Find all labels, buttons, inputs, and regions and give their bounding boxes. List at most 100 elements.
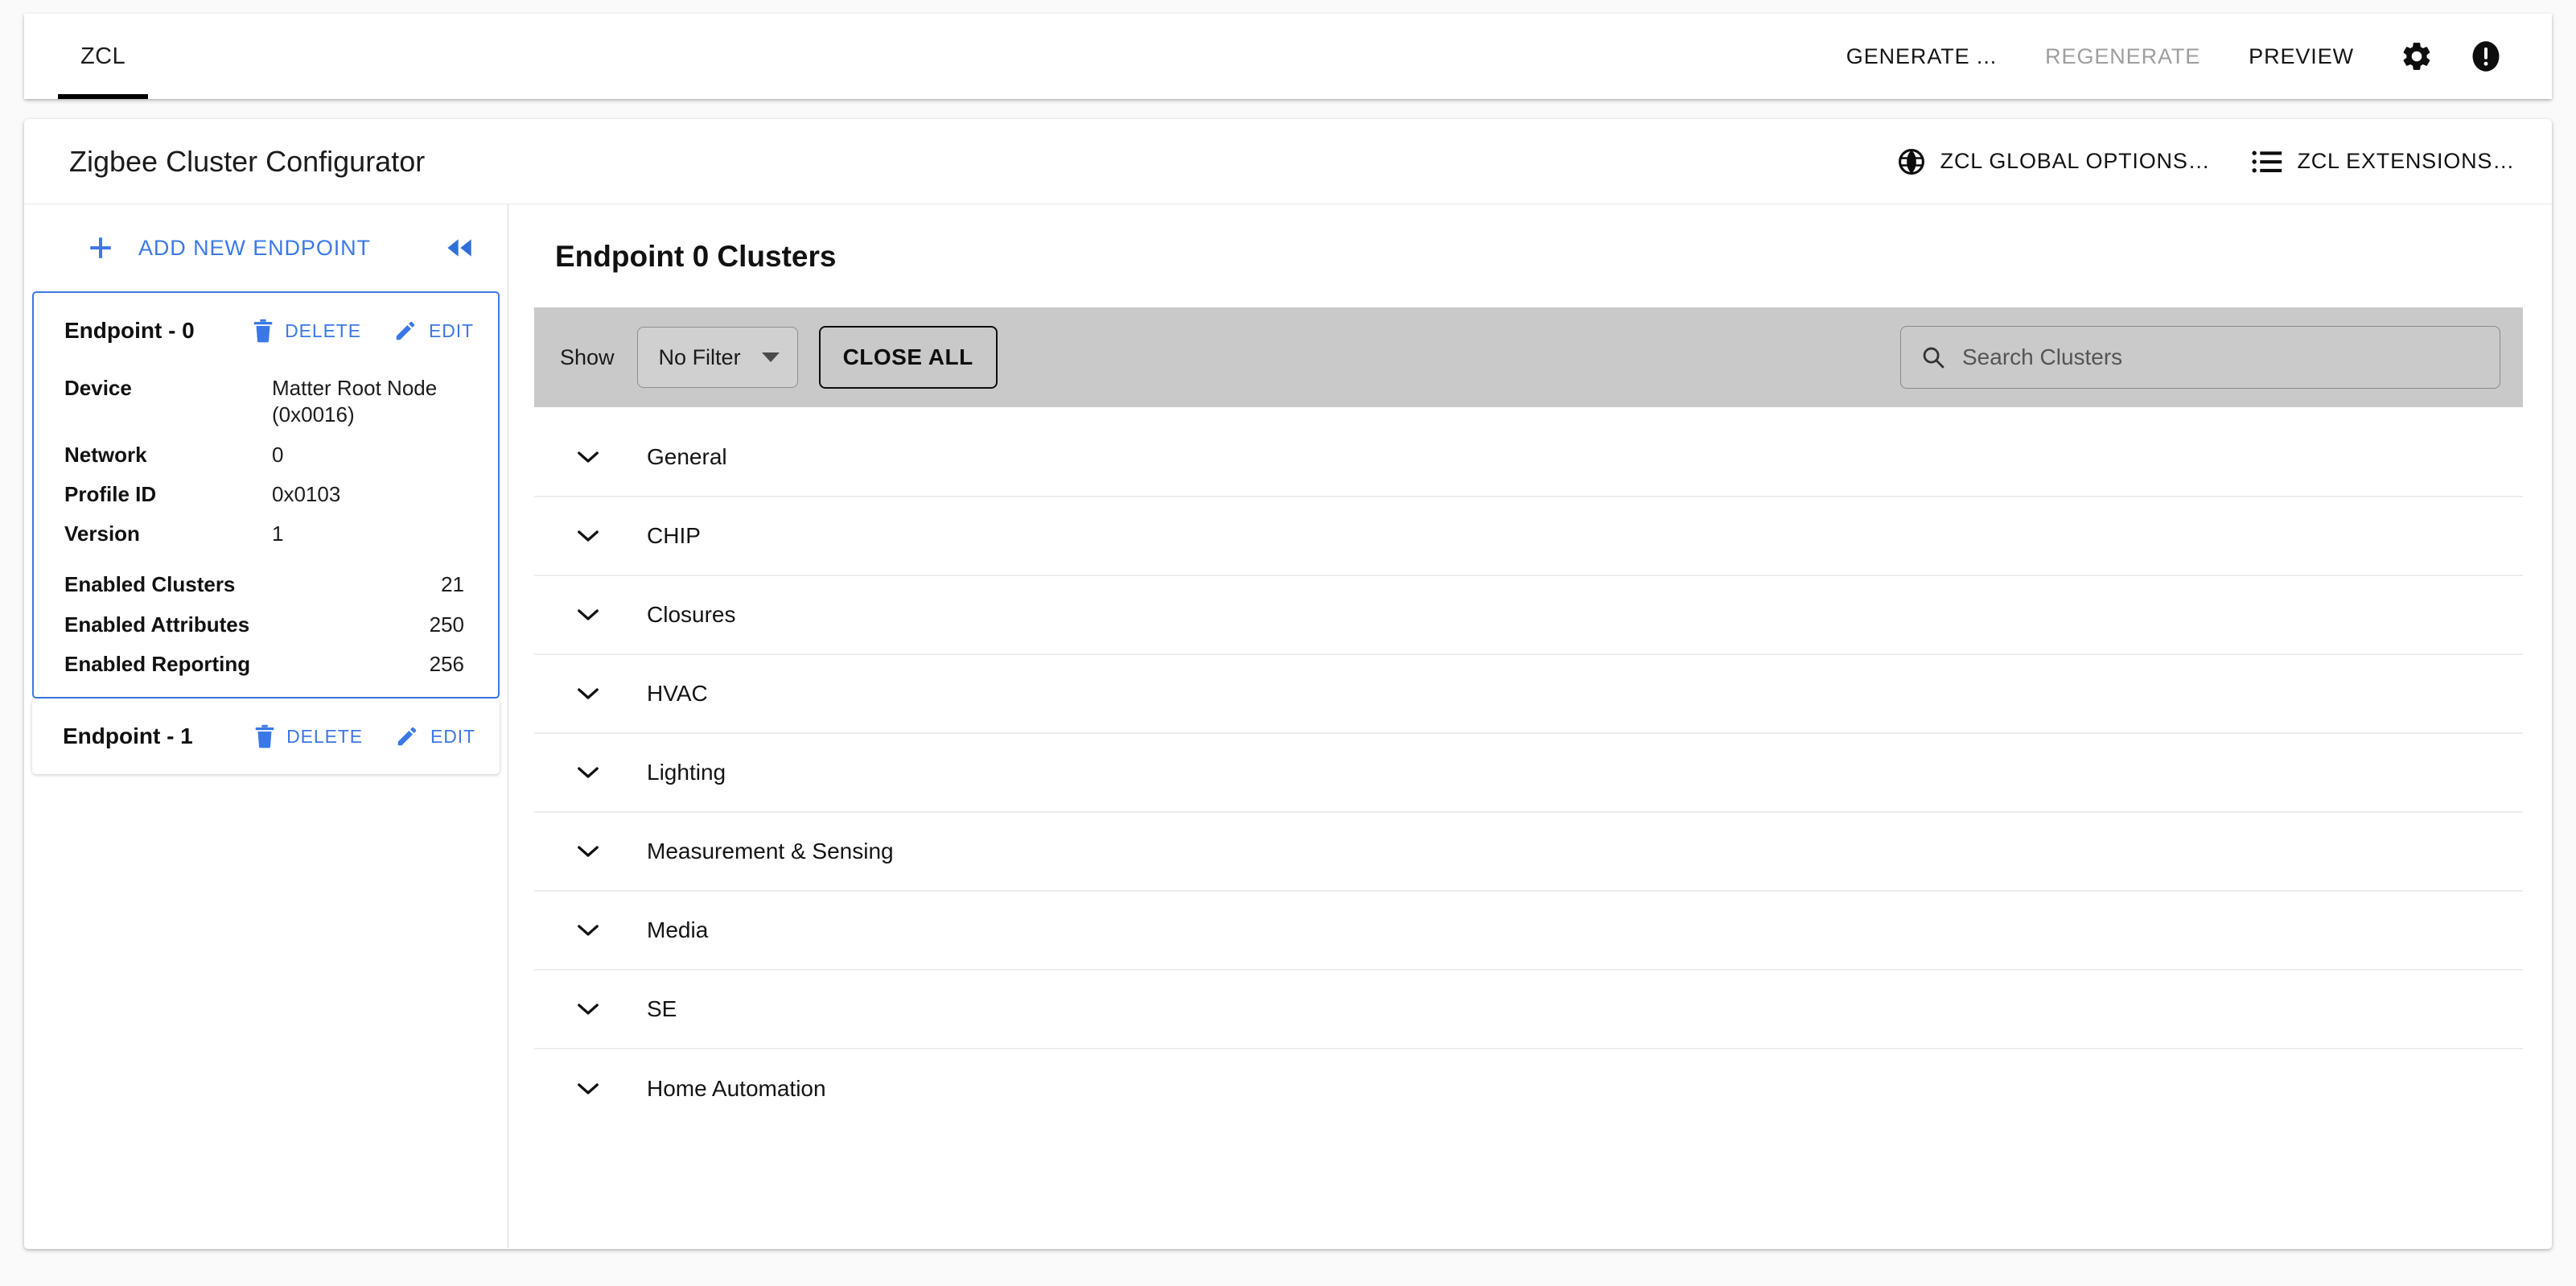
- detail-value: 0: [272, 442, 284, 467]
- detail-key: Enabled Reporting: [64, 651, 251, 676]
- chevron-down-icon[interactable]: [560, 607, 616, 623]
- chevron-down-icon[interactable]: [560, 528, 616, 544]
- chevron-down-icon[interactable]: [560, 686, 616, 702]
- endpoint-0-delete-label: DELETE: [285, 319, 361, 341]
- chevron-down-icon[interactable]: [560, 449, 616, 465]
- page-header-actions: ZCL GLOBAL OPTIONS… ZCL EXTENSIONS…: [1897, 147, 2515, 176]
- detail-value: Matter Root Node (0x0016): [272, 376, 438, 427]
- top-toolbar: ZCL GENERATE ... REGENERATE PREVIEW: [24, 14, 2552, 99]
- endpoint-0-detail-network: Network 0: [34, 435, 498, 475]
- cluster-toolbar: Show No Filter CLOSE ALL: [534, 307, 2523, 407]
- trash-icon: [254, 724, 275, 748]
- tab-zcl-label: ZCL: [80, 43, 126, 69]
- add-new-endpoint-label: ADD NEW ENDPOINT: [138, 235, 371, 260]
- detail-key: Network: [64, 442, 147, 467]
- cluster-row-se[interactable]: SE: [534, 971, 2523, 1049]
- regenerate-button[interactable]: REGENERATE: [2021, 44, 2224, 69]
- show-label: Show: [560, 344, 615, 369]
- endpoint-0-details: Device Matter Root Node (0x0016) Network…: [34, 369, 498, 697]
- endpoint-1-delete-button[interactable]: DELETE: [254, 724, 363, 748]
- cluster-row-lighting[interactable]: Lighting: [534, 734, 2523, 813]
- trash-icon: [253, 319, 274, 343]
- plus-icon: [87, 234, 114, 262]
- pencil-icon: [395, 724, 419, 748]
- endpoint-sidebar: ADD NEW ENDPOINT Endpoint - 0 DELETE EDI…: [24, 204, 508, 1248]
- generate-button[interactable]: GENERATE ...: [1822, 44, 2021, 69]
- chevron-down-icon[interactable]: [560, 1001, 616, 1017]
- chevron-down-icon[interactable]: [560, 843, 616, 859]
- search-clusters-field[interactable]: [1900, 326, 2500, 389]
- settings-button[interactable]: [2386, 26, 2447, 87]
- endpoint-1-delete-label: DELETE: [286, 725, 363, 747]
- cluster-label: Closures: [647, 602, 736, 627]
- globe-icon: [1897, 147, 1926, 176]
- detail-key: Device: [64, 376, 132, 400]
- endpoint-card-0-header: Endpoint - 0 DELETE EDIT: [34, 293, 498, 369]
- zcl-extensions-label: ZCL EXTENSIONS…: [2297, 149, 2515, 173]
- endpoint-1-edit-label: EDIT: [430, 725, 475, 747]
- endpoint-0-detail-enabled-clusters: Enabled Clusters 21: [34, 565, 498, 604]
- detail-value: 256: [429, 651, 464, 676]
- cluster-list: General CHIP Closures HVAC Lighting Meas…: [534, 407, 2523, 1128]
- endpoint-0-detail-device: Device Matter Root Node (0x0016): [34, 369, 498, 435]
- chevron-down-icon[interactable]: [560, 922, 616, 938]
- cluster-label: Home Automation: [647, 1076, 826, 1101]
- tab-zcl[interactable]: ZCL: [58, 14, 148, 99]
- configurator-page: Zigbee Cluster Configurator ZCL GLOBAL O…: [24, 119, 2552, 1249]
- endpoint-card-1-actions: DELETE EDIT: [254, 724, 475, 748]
- endpoint-0-detail-enabled-attributes: Enabled Attributes 250: [34, 605, 498, 645]
- detail-value: 250: [429, 612, 464, 637]
- close-all-label: CLOSE ALL: [842, 344, 973, 369]
- endpoint-card-0-actions: DELETE EDIT: [253, 319, 474, 343]
- endpoint-card-1[interactable]: Endpoint - 1 DELETE EDIT: [32, 699, 500, 775]
- endpoint-0-detail-enabled-reporting: Enabled Reporting 256: [34, 645, 498, 684]
- detail-key: Version: [64, 521, 140, 546]
- cluster-label: Lighting: [647, 760, 726, 785]
- search-input[interactable]: [1962, 344, 2482, 370]
- cluster-row-media[interactable]: Media: [534, 892, 2523, 971]
- cluster-label: General: [647, 444, 727, 469]
- gear-icon: [2400, 39, 2434, 73]
- cluster-label: HVAC: [647, 681, 708, 706]
- chevron-down-icon[interactable]: [560, 765, 616, 781]
- endpoint-card-0-title: Endpoint - 0: [64, 318, 195, 343]
- chevron-down-icon[interactable]: [560, 1081, 616, 1097]
- close-all-button[interactable]: CLOSE ALL: [818, 326, 998, 389]
- cluster-row-hvac[interactable]: HVAC: [534, 655, 2523, 734]
- cluster-row-general[interactable]: General: [534, 418, 2523, 497]
- endpoint-0-edit-label: EDIT: [429, 319, 474, 341]
- detail-spacer: [34, 554, 498, 565]
- preview-button[interactable]: PREVIEW: [2224, 44, 2378, 69]
- collapse-sidebar-button[interactable]: [443, 236, 475, 260]
- detail-value: 21: [441, 572, 464, 597]
- endpoint-0-detail-profile-id: Profile ID 0x0103: [34, 475, 498, 514]
- endpoint-card-1-header: Endpoint - 1 DELETE EDIT: [32, 699, 500, 774]
- add-endpoint-row: ADD NEW ENDPOINT: [24, 204, 508, 291]
- alert-button[interactable]: [2455, 26, 2516, 87]
- cluster-row-chip[interactable]: CHIP: [534, 497, 2523, 576]
- page-header: Zigbee Cluster Configurator ZCL GLOBAL O…: [24, 119, 2552, 204]
- detail-value: 1: [272, 521, 284, 546]
- zcl-extensions-button[interactable]: ZCL EXTENSIONS…: [2252, 149, 2515, 174]
- endpoint-0-edit-button[interactable]: EDIT: [393, 319, 474, 343]
- cluster-row-measurement-and-sensing[interactable]: Measurement & Sensing: [534, 813, 2523, 892]
- zcl-global-options-button[interactable]: ZCL GLOBAL OPTIONS…: [1897, 147, 2211, 176]
- tab-bar: ZCL: [24, 14, 148, 99]
- add-new-endpoint-button[interactable]: ADD NEW ENDPOINT: [87, 234, 371, 262]
- cluster-row-home-automation[interactable]: Home Automation: [534, 1049, 2523, 1128]
- cluster-panel-title: Endpoint 0 Clusters: [555, 240, 837, 273]
- filter-dropdown-value: No Filter: [658, 344, 741, 369]
- filter-dropdown[interactable]: No Filter: [636, 327, 798, 388]
- endpoint-0-delete-button[interactable]: DELETE: [253, 319, 361, 343]
- search-icon: [1920, 344, 1946, 370]
- list-icon: [2252, 150, 2282, 174]
- endpoint-1-edit-button[interactable]: EDIT: [395, 724, 475, 748]
- cluster-label: CHIP: [647, 523, 701, 548]
- chevron-down-icon: [761, 352, 780, 362]
- cluster-label: SE: [647, 996, 677, 1021]
- zcl-global-options-label: ZCL GLOBAL OPTIONS…: [1940, 149, 2211, 173]
- detail-key: Enabled Clusters: [64, 572, 236, 597]
- endpoint-card-0[interactable]: Endpoint - 0 DELETE EDIT Device Matter R…: [32, 291, 500, 699]
- cluster-row-closures[interactable]: Closures: [534, 576, 2523, 655]
- detail-key: Profile ID: [64, 481, 157, 506]
